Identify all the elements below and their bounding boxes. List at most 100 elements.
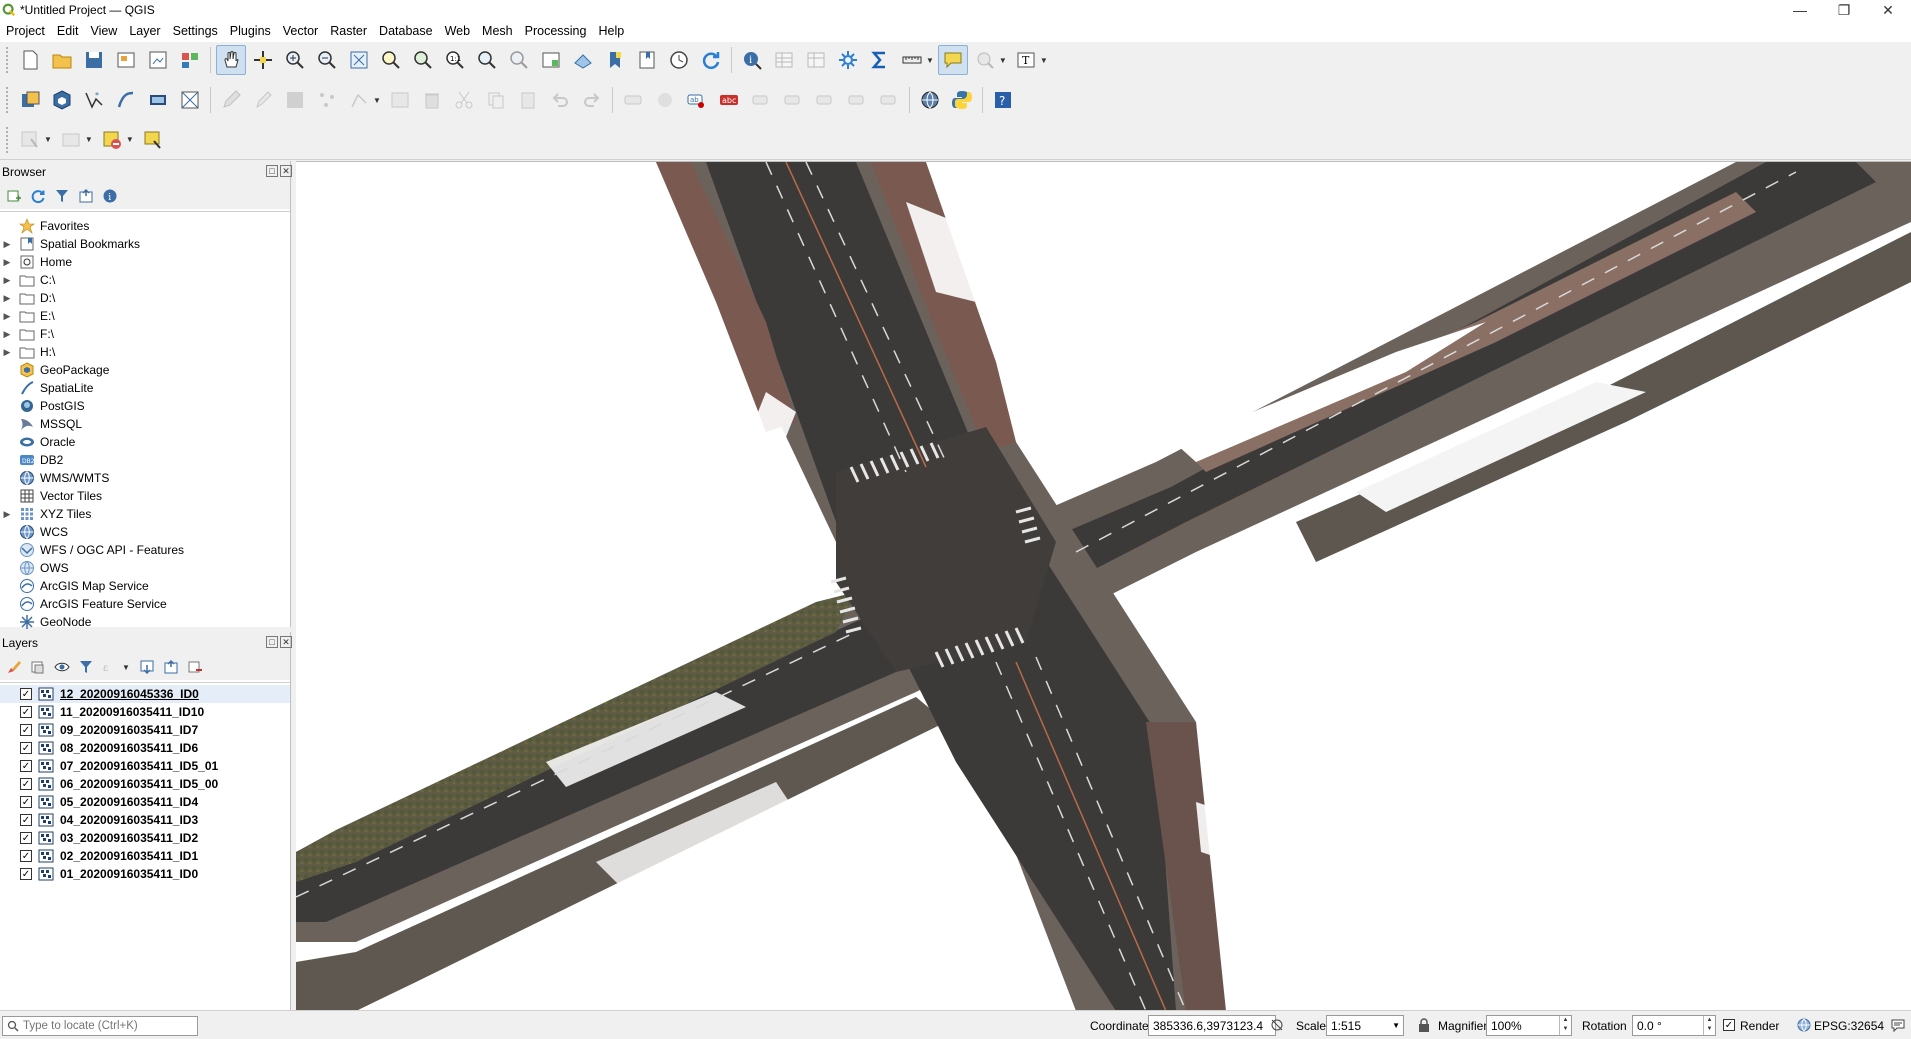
new-project-button[interactable]	[15, 45, 45, 75]
change-label-button[interactable]	[874, 85, 904, 115]
expand-arrow-icon[interactable]: ▶	[0, 239, 14, 250]
layout-manager-button[interactable]	[143, 45, 173, 75]
pan-to-selection-button[interactable]	[248, 45, 278, 75]
layer-diagram-button[interactable]	[650, 85, 680, 115]
layer-visibility-checkbox[interactable]: ✓	[20, 778, 32, 790]
locator-input[interactable]	[23, 1020, 193, 1032]
browser-item[interactable]: ▶ C:\	[0, 271, 290, 289]
browser-item[interactable]: ▶ D:\	[0, 289, 290, 307]
select-dropdown-arrow[interactable]: ▼	[999, 56, 1007, 65]
browser-item[interactable]: ▶ E:\	[0, 307, 290, 325]
show-map-tips-button[interactable]	[937, 45, 968, 75]
browser-item[interactable]: WFS / OGC API - Features	[0, 541, 290, 559]
show-hide-labels-button[interactable]	[778, 85, 808, 115]
menu-processing[interactable]: Processing	[521, 24, 595, 38]
select-by-value-button[interactable]	[56, 125, 86, 155]
refresh-button[interactable]	[696, 45, 726, 75]
rotation-spinbox[interactable]: 0.0 ° ▲ ▼	[1632, 1015, 1716, 1036]
new-mesh-layer-button[interactable]	[175, 85, 205, 115]
browser-item[interactable]: PostGIS	[0, 397, 290, 415]
text-annotation-button[interactable]: T	[1011, 45, 1041, 75]
layer-visibility-checkbox[interactable]: ✓	[20, 850, 32, 862]
browser-item[interactable]: ArcGIS Map Service	[0, 577, 290, 595]
layer-item[interactable]: ✓ 07_20200916035411_ID5_01	[0, 757, 290, 775]
new-print-layout-button[interactable]	[111, 45, 141, 75]
toggle-editing-button[interactable]	[248, 85, 278, 115]
layer-visibility-checkbox[interactable]: ✓	[20, 760, 32, 772]
toolbar-grip[interactable]	[6, 126, 9, 153]
expand-arrow-icon[interactable]: ▶	[0, 293, 14, 304]
remove-layer-button[interactable]	[185, 657, 205, 677]
new-temporary-layer-button[interactable]	[111, 85, 141, 115]
maximize-button[interactable]: ❐	[1822, 0, 1866, 20]
magnifier-spinbox[interactable]: 100% ▲ ▼	[1486, 1015, 1572, 1036]
new-geopackage-layer-button[interactable]	[47, 85, 77, 115]
data-source-manager-button[interactable]	[15, 85, 45, 115]
layer-visibility-checkbox[interactable]: ✓	[20, 706, 32, 718]
zoom-native-button[interactable]: 1:1	[440, 45, 470, 75]
menu-mesh[interactable]: Mesh	[478, 24, 521, 38]
map-canvas[interactable]	[296, 161, 1911, 1010]
layer-labeling-button[interactable]	[618, 85, 648, 115]
browser-item[interactable]: ▶ XYZ Tiles	[0, 505, 290, 523]
layer-visibility-checkbox[interactable]: ✓	[20, 814, 32, 826]
toolbar-grip[interactable]	[6, 47, 9, 73]
properties-button[interactable]: i	[100, 186, 120, 206]
float-panel-button[interactable]: □	[266, 636, 278, 648]
crs-label[interactable]: EPSG:32654	[1814, 1019, 1884, 1033]
layer-item[interactable]: ✓ 11_20200916035411_ID10	[0, 703, 290, 721]
browser-item[interactable]: OWS	[0, 559, 290, 577]
collapse-all-button[interactable]	[76, 186, 96, 206]
pin-labels-button[interactable]	[746, 85, 776, 115]
zoom-to-selection-button[interactable]	[376, 45, 406, 75]
menu-layer[interactable]: Layer	[125, 24, 168, 38]
move-label-button[interactable]	[810, 85, 840, 115]
expand-arrow-icon[interactable]: ▶	[0, 509, 14, 520]
add-layer-button[interactable]	[4, 186, 24, 206]
modify-attributes-button[interactable]	[385, 85, 415, 115]
browser-item[interactable]: ▶ Home	[0, 253, 290, 271]
lock-icon[interactable]	[1416, 1017, 1432, 1033]
menu-raster[interactable]: Raster	[326, 24, 375, 38]
browser-item[interactable]: ▶ Spatial Bookmarks	[0, 235, 290, 253]
open-field-calculator-button[interactable]	[801, 45, 831, 75]
toggle-extents-icon[interactable]	[1269, 1017, 1285, 1033]
layer-item[interactable]: ✓ 09_20200916035411_ID7	[0, 721, 290, 739]
crs-globe-icon[interactable]	[1796, 1017, 1812, 1033]
digitize-point-button[interactable]	[312, 85, 342, 115]
filter-browser-button[interactable]	[52, 186, 72, 206]
cut-features-button[interactable]	[449, 85, 479, 115]
vertex-dropdown-arrow[interactable]: ▼	[373, 96, 381, 105]
layer-visibility-checkbox[interactable]: ✓	[20, 796, 32, 808]
annotation-dropdown-arrow[interactable]: ▼	[1040, 56, 1048, 65]
close-button[interactable]: ✕	[1866, 0, 1910, 20]
web-plugin-button[interactable]	[915, 85, 945, 115]
layer-item[interactable]: ✓ 02_20200916035411_ID1	[0, 847, 290, 865]
coordinate-field[interactable]: 385336.6,3973123.4	[1148, 1015, 1276, 1036]
processing-toolbox-button[interactable]	[833, 45, 863, 75]
close-panel-button[interactable]: ✕	[280, 165, 292, 177]
layer-visibility-checkbox[interactable]: ✓	[20, 688, 32, 700]
browser-item[interactable]: GeoPackage	[0, 361, 290, 379]
menu-settings[interactable]: Settings	[169, 24, 226, 38]
layer-visibility-checkbox[interactable]: ✓	[20, 724, 32, 736]
render-checkbox[interactable]: ✓	[1723, 1019, 1735, 1031]
open-attribute-table-button[interactable]	[769, 45, 799, 75]
browser-item[interactable]: ▶ F:\	[0, 325, 290, 343]
refresh-browser-button[interactable]	[28, 186, 48, 206]
layer-item[interactable]: ✓ 08_20200916035411_ID6	[0, 739, 290, 757]
browser-item[interactable]: GeoNode	[0, 613, 290, 631]
paste-features-button[interactable]	[513, 85, 543, 115]
toolbar-grip[interactable]	[6, 87, 9, 113]
browser-item[interactable]: WMS/WMTS	[0, 469, 290, 487]
browser-item[interactable]: Favorites	[0, 217, 290, 235]
browser-item[interactable]: Vector Tiles	[0, 487, 290, 505]
new-virtual-layer-button[interactable]	[143, 85, 173, 115]
browser-item[interactable]: DB2 DB2	[0, 451, 290, 469]
new-bookmark-button[interactable]	[600, 45, 630, 75]
undo-button[interactable]	[545, 85, 575, 115]
expand-arrow-icon[interactable]: ▶	[0, 347, 14, 358]
identify-features-button[interactable]: i	[737, 45, 767, 75]
messages-icon[interactable]	[1890, 1017, 1906, 1033]
expand-arrow-icon[interactable]: ▶	[0, 311, 14, 322]
